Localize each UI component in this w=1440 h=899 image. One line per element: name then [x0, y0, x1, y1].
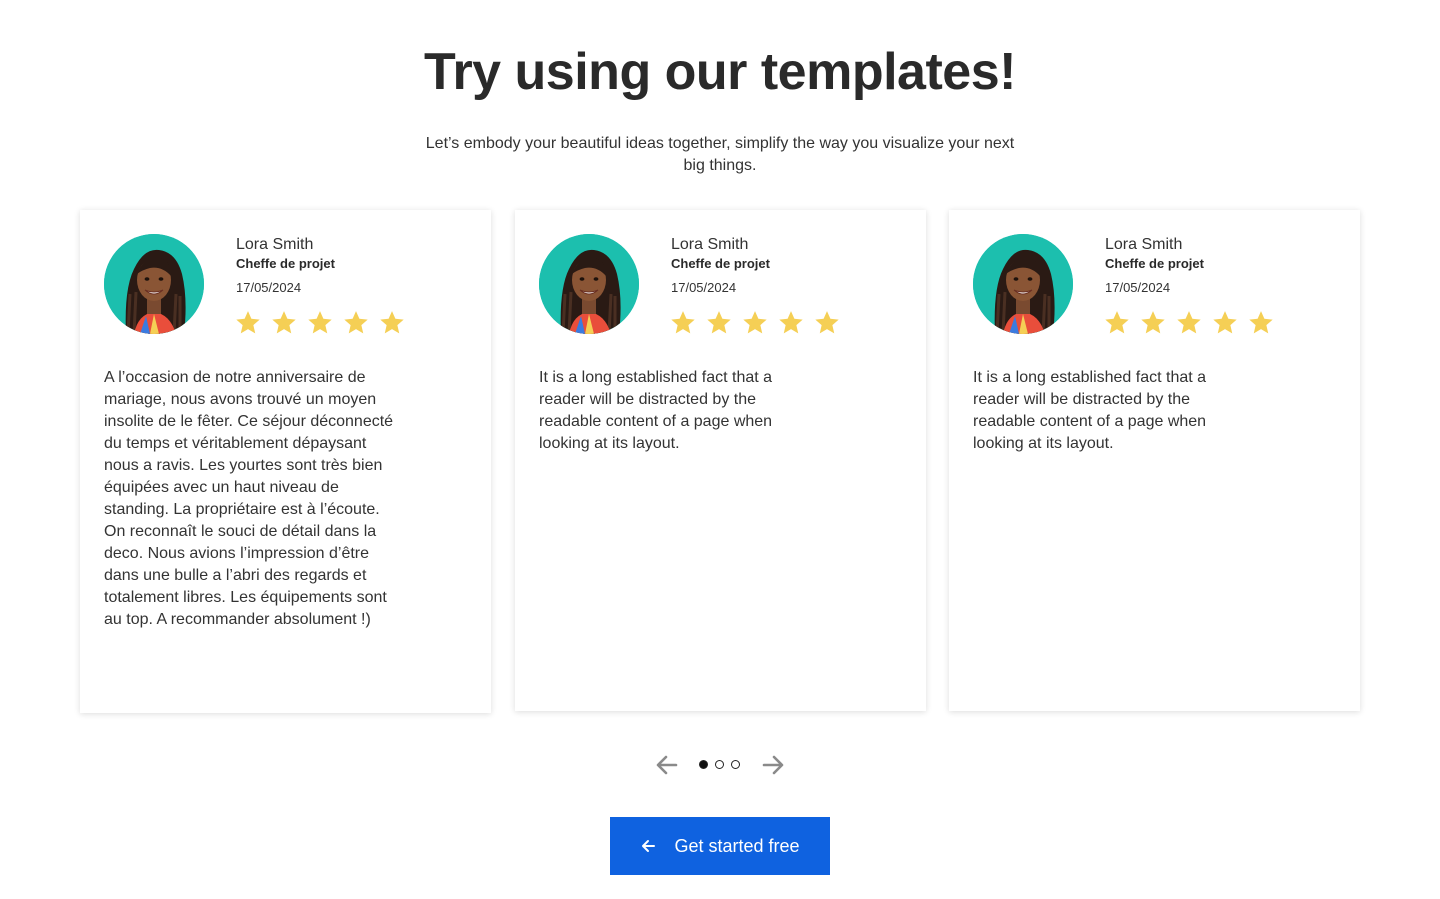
avatar — [104, 234, 204, 334]
star-icon — [743, 311, 767, 334]
carousel-dot[interactable] — [699, 760, 708, 769]
star-icon — [344, 311, 368, 334]
arrow-left-icon — [640, 838, 656, 854]
star-icon — [380, 311, 404, 334]
star-icon — [1213, 311, 1237, 334]
review-text: It is a long established fact that a rea… — [539, 369, 773, 452]
page-subtitle: Let’s embody your beautiful ideas togeth… — [425, 135, 1015, 174]
star-icon — [1177, 311, 1201, 334]
portrait-image — [539, 234, 639, 334]
star-icon — [236, 311, 260, 334]
reviewer-name: Lora Smith — [236, 236, 314, 253]
carousel-dot[interactable] — [715, 760, 724, 769]
reviewer-role: Cheffe de projet — [236, 256, 335, 271]
star-icon — [707, 311, 731, 334]
testimonial-card: Lora Smith Cheffe de projet 17/05/2024 I… — [949, 210, 1360, 711]
carousel-dot[interactable] — [731, 760, 740, 769]
avatar — [973, 234, 1073, 334]
get-started-label: Get started free — [674, 835, 800, 856]
star-rating — [669, 309, 841, 337]
avatar — [539, 234, 639, 334]
review-date: 17/05/2024 — [236, 280, 302, 295]
arrow-right-icon[interactable] — [760, 752, 786, 778]
page-title: Try using our templates! — [424, 43, 1016, 101]
testimonial-card: Lora Smith Cheffe de projet 17/05/2024 I… — [515, 210, 926, 711]
review-text: A l’occasion de notre anniversaire de ma… — [104, 369, 394, 628]
reviewer-name: Lora Smith — [671, 236, 749, 253]
star-icon — [308, 311, 332, 334]
testimonials-section: Try using our templates! Let’s embody yo… — [0, 0, 1440, 899]
star-icon — [779, 311, 803, 334]
review-date: 17/05/2024 — [1105, 280, 1171, 295]
carousel-navigation — [654, 752, 786, 778]
testimonial-card: Lora Smith Cheffe de projet 17/05/2024 A… — [80, 210, 491, 713]
star-rating — [234, 309, 406, 337]
carousel-dots — [699, 760, 740, 769]
reviewer-name: Lora Smith — [1105, 236, 1183, 253]
reviewer-role: Cheffe de projet — [671, 256, 770, 271]
get-started-button[interactable]: Get started free — [610, 817, 830, 875]
portrait-image — [973, 234, 1073, 334]
star-icon — [1105, 311, 1129, 334]
star-icon — [1249, 311, 1273, 334]
arrow-left-icon[interactable] — [654, 752, 680, 778]
review-date: 17/05/2024 — [671, 280, 737, 295]
star-icon — [815, 311, 839, 334]
star-icon — [1141, 311, 1165, 334]
portrait-image — [104, 234, 204, 334]
star-rating — [1103, 309, 1275, 337]
star-icon — [671, 311, 695, 334]
star-icon — [272, 311, 296, 334]
review-text: It is a long established fact that a rea… — [973, 369, 1207, 452]
reviewer-role: Cheffe de projet — [1105, 256, 1204, 271]
